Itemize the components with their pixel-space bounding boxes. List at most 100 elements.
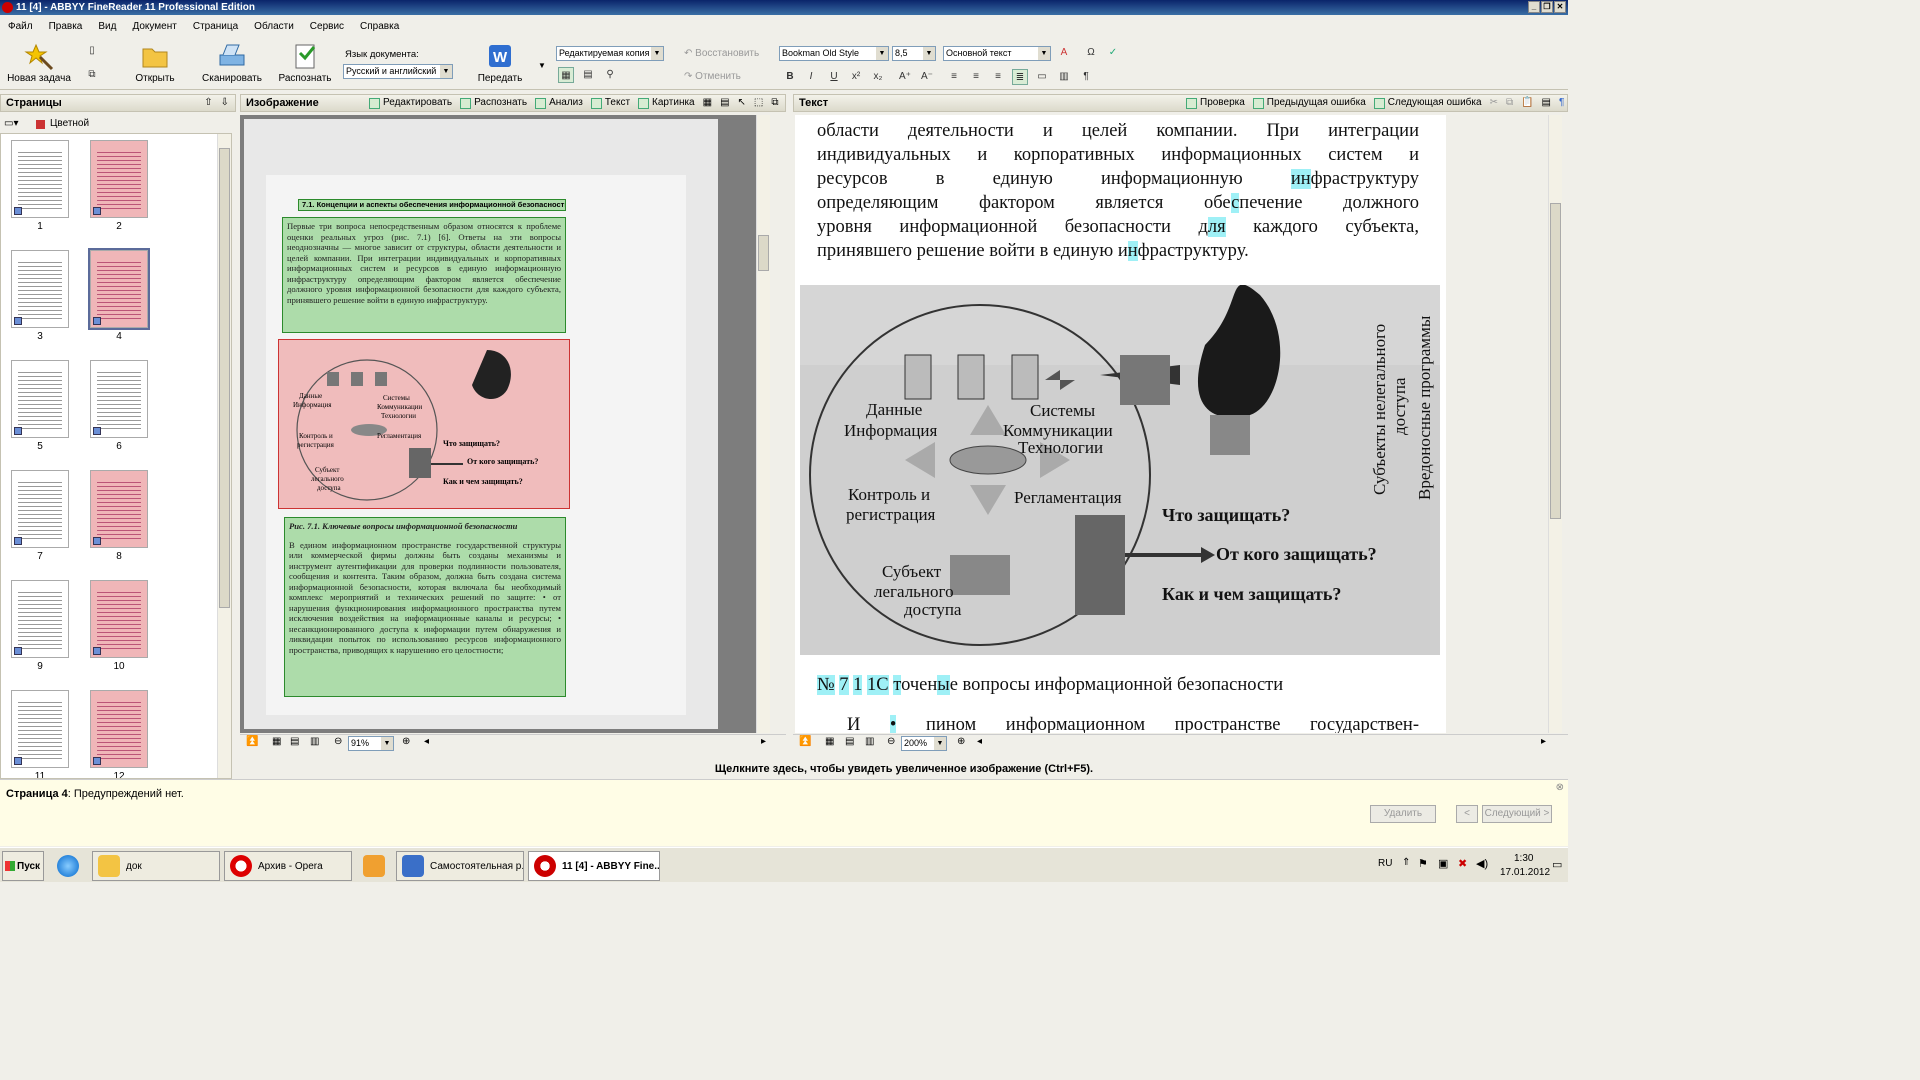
search-icon[interactable]: ⚲ xyxy=(602,67,618,83)
send-dropdown-icon[interactable]: ▼ xyxy=(538,61,546,70)
table-area-icon[interactable]: ▦ xyxy=(703,95,712,111)
superscript-icon[interactable]: x² xyxy=(848,69,864,85)
select-icon[interactable]: ⬚ xyxy=(754,95,763,111)
menu-document[interactable]: Документ xyxy=(132,21,176,32)
tray-warning-icon[interactable]: ✖ xyxy=(1458,857,1467,870)
align-center-icon[interactable]: ≡ xyxy=(968,69,984,85)
style-select[interactable]: Основной текст xyxy=(943,46,1051,61)
input-language-indicator[interactable]: RU xyxy=(1378,858,1392,869)
spell-icon[interactable]: ✓ xyxy=(1105,45,1121,61)
paste-icon[interactable]: 📋 xyxy=(1521,95,1533,111)
text-area-button[interactable]: Текст xyxy=(590,95,630,111)
picture-zone[interactable]: Данные Информация Системы Коммуникации Т… xyxy=(278,339,570,509)
edit-image-button[interactable]: Редактировать xyxy=(369,95,452,111)
two-page-icon[interactable]: ▥ xyxy=(310,736,319,747)
menu-file[interactable]: Файл xyxy=(8,21,33,32)
ie-quicklaunch-icon[interactable] xyxy=(52,851,88,881)
clock-time[interactable]: 1:30 xyxy=(1514,853,1533,864)
text-editor[interactable]: области деятельности и целей компании. П… xyxy=(795,115,1446,733)
analyze-button[interactable]: Анализ xyxy=(535,95,583,111)
menu-edit[interactable]: Правка xyxy=(49,21,83,32)
copy-icon[interactable]: ⧉ xyxy=(84,67,100,83)
omega-icon[interactable]: Ω xyxy=(1083,45,1099,61)
clock-date[interactable]: 17.01.2012 xyxy=(1500,867,1550,878)
menu-view[interactable]: Вид xyxy=(98,21,116,32)
page-icon[interactable]: ▤ xyxy=(580,67,596,83)
page-thumb-8[interactable] xyxy=(90,470,148,548)
pilcrow-icon[interactable]: ¶ xyxy=(1559,95,1564,111)
scroll-left-icon[interactable]: ◂ xyxy=(424,736,429,747)
text-first-icon[interactable]: ⏫ xyxy=(799,736,811,747)
menu-help[interactable]: Справка xyxy=(360,21,399,32)
align-right-icon[interactable]: ≡ xyxy=(990,69,1006,85)
page-thumb-9[interactable] xyxy=(11,580,69,658)
show-desktop-icon[interactable]: ▭ xyxy=(1552,858,1562,871)
zoom-in-icon[interactable]: ⊕ xyxy=(402,736,410,747)
move-down-icon[interactable]: ⇩ xyxy=(221,95,229,111)
redo-button[interactable]: ↷ Отменить xyxy=(684,71,741,82)
first-page-icon[interactable]: ⏫ xyxy=(246,736,258,747)
verify-button[interactable]: Проверка xyxy=(1186,95,1245,111)
copy-text-icon[interactable]: ⧉ xyxy=(1506,95,1513,111)
menu-tools[interactable]: Сервис xyxy=(310,21,344,32)
image-view[interactable]: 7.1. Концепции и аспекты обеспечения инф… xyxy=(240,115,770,733)
image-scrollbar[interactable] xyxy=(756,115,770,733)
recognized-caption[interactable]: № 7 1 1С точеные вопросы информационной … xyxy=(817,673,1419,697)
page-thumb-11[interactable] xyxy=(11,690,69,768)
tray-network-icon[interactable]: ▣ xyxy=(1438,857,1448,870)
pages-scroll-thumb[interactable] xyxy=(219,148,230,608)
italic-icon[interactable]: I xyxy=(803,69,819,85)
align-justify-icon[interactable]: ≣ xyxy=(1012,69,1028,85)
fit-width-icon[interactable]: ▤ xyxy=(290,736,299,747)
text-scrollbar[interactable] xyxy=(1548,115,1562,733)
open-button[interactable]: Открыть xyxy=(120,41,190,84)
page-thumb-3[interactable] xyxy=(11,250,69,328)
page-thumb-1[interactable] xyxy=(11,140,69,218)
prev-error-button[interactable]: Предыдущая ошибка xyxy=(1252,95,1366,111)
table-icon[interactable]: ▭ xyxy=(1034,69,1050,85)
fit-page-icon[interactable]: ▦ xyxy=(272,736,281,747)
font-shrink-icon[interactable]: A⁻ xyxy=(919,69,935,85)
tray-flag-icon[interactable]: ⚑ xyxy=(1418,857,1428,870)
text-scroll-right-icon[interactable]: ▸ xyxy=(1541,736,1546,747)
font-select[interactable]: Bookman Old Style xyxy=(779,46,889,61)
text-fit-page-icon[interactable]: ▦ xyxy=(825,736,834,747)
page-thumb-6[interactable] xyxy=(90,360,148,438)
pointer-icon[interactable]: ↖ xyxy=(738,95,746,111)
text-zone-1[interactable]: Первые три вопроса непосредственным обра… xyxy=(282,217,566,333)
grid-icon[interactable]: ▤ xyxy=(720,95,729,111)
undo-button[interactable]: ↶ Восстановить xyxy=(684,48,759,59)
page-thumb-2[interactable] xyxy=(90,140,148,218)
restore-button[interactable]: ❐ xyxy=(1541,1,1553,13)
page-thumb-4[interactable] xyxy=(88,248,150,330)
text-two-page-icon[interactable]: ▥ xyxy=(865,736,874,747)
text-scroll-thumb[interactable] xyxy=(1550,203,1561,519)
paragraph-icon[interactable]: ¶ xyxy=(1078,69,1094,85)
page-thumb-10[interactable] xyxy=(90,580,148,658)
color-mode-label[interactable]: Цветной xyxy=(50,115,89,133)
align-left-icon[interactable]: ≡ xyxy=(946,69,962,85)
recognize-area-button[interactable]: Распознать xyxy=(460,95,527,111)
picture-area-button[interactable]: Картинка xyxy=(638,95,695,111)
close-button[interactable]: ✕ xyxy=(1554,1,1566,13)
tray-volume-icon[interactable]: ◀) xyxy=(1476,857,1488,870)
recognized-paragraph[interactable]: области деятельности и целей компании. П… xyxy=(817,119,1419,263)
layout-icon[interactable]: ▦ xyxy=(558,67,574,83)
prev-warning-button[interactable]: < xyxy=(1456,805,1478,823)
columns-icon[interactable]: ▥ xyxy=(1056,69,1072,85)
resize-icon[interactable]: ⧉ xyxy=(771,95,778,111)
copy-mode-select[interactable]: Редактируемая копия xyxy=(556,46,664,61)
scan-button[interactable]: Сканировать xyxy=(197,41,267,84)
page-thumb-12[interactable] xyxy=(90,690,148,768)
underline-icon[interactable]: U xyxy=(826,69,842,85)
next-warning-button[interactable]: Следующий > xyxy=(1482,805,1552,823)
doc-language-select[interactable]: Русский и английский xyxy=(343,64,453,79)
image-zoom-select[interactable]: 91% xyxy=(348,736,394,751)
view-icon[interactable]: ▤ xyxy=(1542,95,1551,111)
taskbar-item-word[interactable]: Самостоятельная р... xyxy=(396,851,524,881)
view-mode-icon[interactable]: ▭▾ xyxy=(4,115,18,133)
page-thumb-7[interactable] xyxy=(11,470,69,548)
taskbar-item-opera[interactable]: Архив - Opera xyxy=(224,851,352,881)
text-zoom-in-icon[interactable]: ⊕ xyxy=(957,736,965,747)
image-scroll-thumb[interactable] xyxy=(758,235,769,271)
